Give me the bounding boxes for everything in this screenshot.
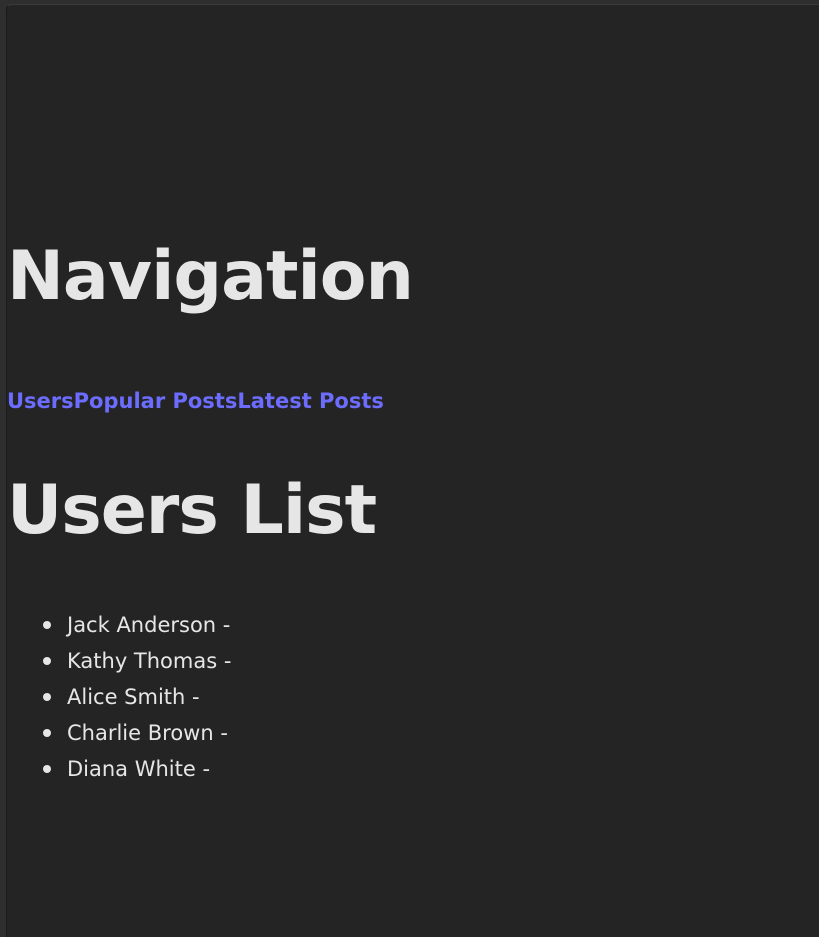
- user-name: Jack Anderson -: [67, 613, 231, 637]
- navigation-heading: Navigation: [7, 237, 414, 316]
- users-list-heading: Users List: [7, 471, 377, 550]
- list-item: Diana White -: [43, 751, 231, 787]
- nav-link-users[interactable]: Users: [7, 389, 74, 413]
- browser-viewport: Navigation UsersPopular PostsLatest Post…: [6, 4, 819, 937]
- bullet-icon: [43, 621, 51, 629]
- bullet-icon: [43, 765, 51, 773]
- bullet-icon: [43, 729, 51, 737]
- user-name: Kathy Thomas -: [67, 649, 232, 673]
- list-item: Charlie Brown -: [43, 715, 231, 751]
- nav-link-latest-posts[interactable]: Latest Posts: [237, 389, 384, 413]
- user-name: Alice Smith -: [67, 685, 200, 709]
- bullet-icon: [43, 693, 51, 701]
- user-name: Diana White -: [67, 757, 211, 781]
- user-name: Charlie Brown -: [67, 721, 228, 745]
- bullet-icon: [43, 657, 51, 665]
- list-item: Kathy Thomas -: [43, 643, 232, 679]
- nav-link-popular-posts[interactable]: Popular Posts: [74, 389, 238, 413]
- list-item: Alice Smith -: [43, 679, 231, 715]
- nav-links: UsersPopular PostsLatest Posts: [7, 388, 384, 414]
- users-list: Jack Anderson - Kathy Thomas - Alice Smi…: [7, 607, 231, 787]
- list-item: Jack Anderson -: [43, 607, 231, 643]
